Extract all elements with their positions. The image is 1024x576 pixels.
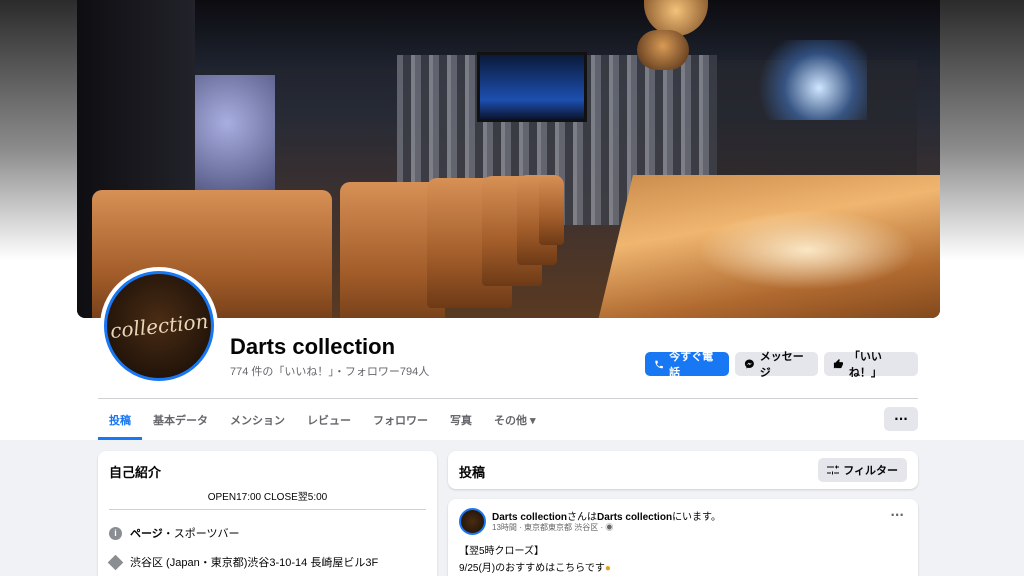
like-button[interactable]: 「いいね！」 — [824, 351, 918, 379]
cover-chair — [539, 175, 564, 245]
post-text-line: 【翌5時クローズ】 — [459, 546, 545, 557]
filter-icon — [827, 465, 840, 475]
intro-category-label: ページ — [130, 528, 163, 540]
call-now-button[interactable]: 今すぐ電話 — [645, 351, 729, 379]
intro-category-row: i ページ・スポーツバー — [109, 525, 240, 541]
posts-header-card: 投稿 フィルター — [448, 451, 918, 489]
message-label: メッセージ — [759, 351, 804, 379]
intro-title: 自己紹介 — [109, 465, 162, 480]
globe-icon: ◉ — [605, 523, 614, 532]
tab-reviews[interactable]: レビュー — [296, 400, 362, 440]
avatar-logo-text: collection — [108, 308, 210, 344]
thumbs-up-icon — [833, 358, 844, 369]
tab-photos[interactable]: 写真 — [439, 400, 483, 440]
post-card: Darts collectionさんはDarts collectionにいます。… — [448, 499, 918, 576]
tab-about[interactable]: 基本データ — [142, 400, 219, 440]
post-meta-text[interactable]: 13時間 · 東京都東京都 渋谷区 · — [492, 523, 605, 532]
intro-category-value: ・スポーツバー — [162, 528, 240, 540]
intro-card: 自己紹介 OPEN17:00 CLOSE翌5:00 i ページ・スポーツバー 渋… — [98, 451, 437, 576]
filter-button[interactable]: フィルター — [818, 458, 907, 482]
tab-posts[interactable]: 投稿 — [98, 400, 142, 440]
profile-avatar[interactable]: collection — [100, 267, 218, 385]
intro-address-row: 渋谷区 (Japan・東京都)渋谷3-10-14 長崎屋ビル3F — [107, 554, 379, 570]
messenger-icon — [744, 359, 754, 369]
intro-hours: OPEN17:00 CLOSE翌5:00 — [207, 492, 328, 503]
post-author-line: Darts collectionさんはDarts collectionにいます。 — [492, 508, 721, 523]
cover-wall-light — [195, 75, 275, 195]
phone-icon — [655, 360, 663, 368]
directions-icon — [107, 554, 124, 570]
filter-label: フィルター — [843, 465, 898, 477]
intro-category: ページ・スポーツバー — [130, 525, 240, 541]
more-options-button[interactable]: ··· — [884, 407, 918, 431]
post-text-content: 9/25(月)のおすすめはこちらです — [459, 563, 605, 574]
header-divider — [98, 398, 918, 399]
intro-address: 渋谷区 (Japan・東京都)渋谷3-10-14 長崎屋ビル3F — [130, 557, 379, 569]
tab-more[interactable]: その他 ▾ — [483, 400, 547, 440]
post-author-avatar[interactable] — [459, 508, 486, 535]
cover-bar-glow — [697, 210, 917, 290]
page-title: Darts collection — [230, 334, 396, 359]
post-location-suffix: にいます。 — [672, 512, 722, 523]
page-tabs: 投稿 基本データ メンション レビュー フォロワー 写真 その他 ▾ — [98, 400, 547, 440]
post-meta: 13時間 · 東京都東京都 渋谷区 · ◉ — [492, 522, 613, 533]
cover-lights — [747, 40, 867, 120]
avatar-logo: collection — [104, 271, 214, 381]
intro-divider — [109, 509, 426, 510]
like-label: 「いいね！」 — [848, 351, 882, 379]
post-more-icon[interactable]: ··· — [890, 508, 904, 522]
tab-mentions[interactable]: メンション — [219, 400, 296, 440]
message-button[interactable]: メッセージ — [735, 351, 818, 379]
call-now-label: 今すぐ電話 — [669, 351, 714, 379]
cover-tv — [477, 52, 587, 122]
page-stats[interactable]: 774 件の「いいね！」・フォロワー794人 — [230, 363, 429, 379]
cover-lamp — [637, 30, 689, 70]
post-text-line: 9/25(月)のおすすめはこちらです● — [459, 559, 611, 574]
emoji-icon: ● — [604, 563, 611, 574]
info-icon: i — [109, 526, 122, 540]
tab-followers[interactable]: フォロワー — [362, 400, 439, 440]
cover-photo[interactable] — [77, 0, 940, 318]
posts-title: 投稿 — [459, 465, 486, 480]
